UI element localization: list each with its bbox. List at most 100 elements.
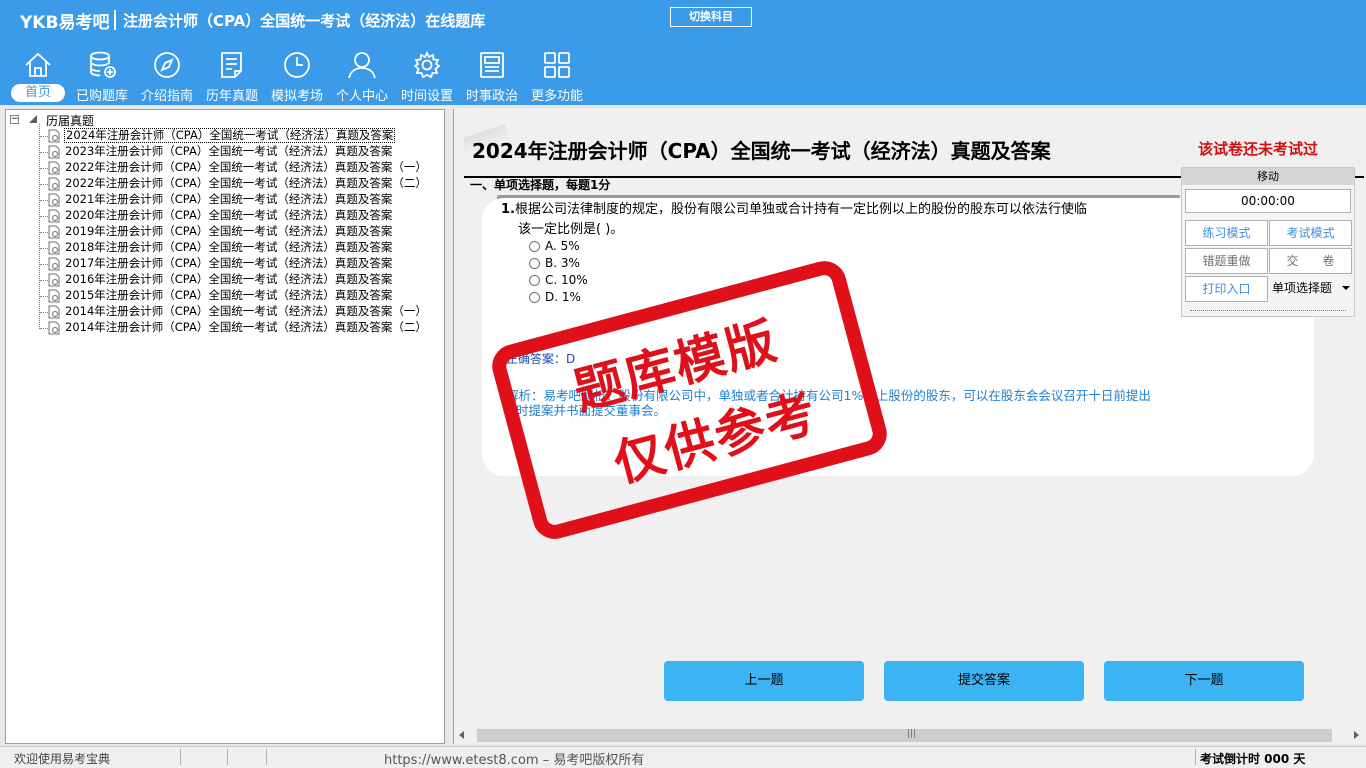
question-type-select[interactable]: 单项选择题 [1270,278,1354,298]
section-title: 一、单项选择题，每题1分 [470,178,611,192]
tree-item-label: 2024年注册会计师（CPA）全国统一考试（经济法）真题及答案 [64,128,396,143]
newspaper-icon [480,52,504,78]
tree-connector [40,184,48,185]
tree-collapse-toggle[interactable]: − [10,115,19,124]
exam-mode-button[interactable]: 考试模式 [1269,220,1352,246]
tool-panel-resize [1190,310,1346,311]
exam-file-icon [48,193,60,207]
nav-current-politics-label: 时事政治 [465,89,518,104]
move-handle[interactable]: 移动 [1182,168,1354,185]
tree-item-label: 2021年注册会计师（CPA）全国统一考试（经济法）真题及答案 [65,192,393,206]
tree-connector [40,328,48,329]
tree-item-label: 2014年注册会计师（CPA）全国统一考试（经济法）真题及答案（一） [65,304,427,318]
tree-connector [40,280,48,281]
database-icon [90,51,116,78]
exam-file-icon [48,257,60,271]
nav-purchased-bank[interactable]: 已购题库 [71,46,133,104]
grid-icon [544,52,570,78]
tree-folder-icon [29,115,37,123]
scroll-right-icon[interactable] [1354,731,1359,739]
app-logo: YKB易考吧 [20,13,110,33]
compass-icon [154,52,180,78]
scroll-left-icon[interactable] [459,731,464,739]
submit-paper-button[interactable]: 交 卷 [1269,248,1352,274]
status-divider [1195,749,1196,765]
exam-countdown: 考试倒计时 000 天 [1200,752,1306,766]
status-divider [180,749,181,765]
radio-icon[interactable] [529,241,540,252]
nav-purchased-bank-label: 已购题库 [75,89,128,104]
exam-file-icon [48,225,60,239]
app-header: YKB易考吧 注册会计师（CPA）全国统一考试（经济法）在线题库 切换科目 首页… [0,0,1366,105]
tree-connector [40,312,48,313]
nav-current-politics[interactable]: 时事政治 [461,46,523,104]
exam-file-icon [48,145,60,159]
tree-item-label: 2016年注册会计师（CPA）全国统一考试（经济法）真题及答案 [65,272,393,286]
floating-tool-panel: 移动 00:00:00 练习模式 考试模式 错题重做 交 卷 打印入口 单项选择… [1181,167,1355,317]
exam-file-icon [48,289,60,303]
submit-answer-button[interactable]: 提交答案 [884,661,1084,701]
paper-title: 2024年注册会计师（CPA）全国统一考试（经济法）真题及答案 [472,139,1051,163]
tree-item-label: 2020年注册会计师（CPA）全国统一考试（经济法）真题及答案 [65,208,393,222]
tree-connector [40,264,48,265]
exam-file-icon [48,241,60,255]
tree-item-label: 2022年注册会计师（CPA）全国统一考试（经济法）真题及答案（一） [65,160,427,174]
tree-connector [40,136,48,137]
exam-file-icon [48,273,60,287]
status-divider [227,749,228,765]
question-type-value: 单项选择题 [1272,281,1333,295]
radio-icon[interactable] [529,258,540,269]
tree-item-label: 2015年注册会计师（CPA）全国统一考试（经济法）真题及答案 [65,288,393,302]
nav-time-settings-label: 时间设置 [400,89,453,104]
nav-more[interactable]: 更多功能 [526,46,588,104]
nav-more-label: 更多功能 [530,89,583,104]
exam-tree-panel: − 历届真题 2024年注册会计师（CPA）全国统一考试（经济法）真题及答案 20… [5,109,445,744]
tree-item-label: 2019年注册会计师（CPA）全国统一考试（经济法）真题及答案 [65,224,393,238]
exam-timer: 00:00:00 [1185,189,1351,213]
radio-icon[interactable] [529,292,540,303]
title-bar: YKB易考吧 注册会计师（CPA）全国统一考试（经济法）在线题库 切换科目 [0,0,1366,38]
nav-guide[interactable]: 介绍指南 [136,46,198,104]
clock-icon [284,52,310,78]
tree-connector [40,216,48,217]
status-divider [266,749,267,765]
tree-connector [39,124,40,329]
tree-item-label: 2017年注册会计师（CPA）全国统一考试（经济法）真题及答案 [65,256,393,270]
radio-icon[interactable] [529,275,540,286]
option-d-label: D. 1% [545,290,581,304]
horizontal-scrollbar[interactable]: ||| [455,727,1363,744]
print-button[interactable]: 打印入口 [1185,276,1268,302]
prev-question-button[interactable]: 上一题 [664,661,864,701]
question-text-line1: 根据公司法律制度的规定，股份有限公司单独或合计持有一定比例以上的股份的股东可以依… [514,202,1087,217]
tree-item-label: 2014年注册会计师（CPA）全国统一考试（经济法）真题及答案（二） [65,320,427,334]
question-number: 1. [501,202,515,217]
tree-connector [40,232,48,233]
option-c-label: C. 10% [545,273,588,287]
practice-mode-button[interactable]: 练习模式 [1185,220,1268,246]
tree-connector [40,248,48,249]
nav-home-label: 首页 [11,84,65,102]
exam-status-text: 该试卷还未考试过 [1198,140,1319,158]
tree-item-label: 2018年注册会计师（CPA）全国统一考试（经济法）真题及答案 [65,240,393,254]
nav-mock-exam[interactable]: 模拟考场 [266,46,328,104]
option-a-label: A. 5% [545,239,580,253]
exam-file-icon [48,177,60,191]
exam-file-icon [48,129,60,143]
exam-file-icon [48,161,60,175]
next-question-button[interactable]: 下一题 [1104,661,1304,701]
gear-icon [413,50,441,79]
scroll-thumb[interactable] [477,729,1332,742]
main-nav: 首页 已购题库 介绍指南 历年真题 模拟考场 个人中心 时间设置 时事政治 更多… [0,46,600,104]
nav-time-settings[interactable]: 时间设置 [396,46,458,104]
nav-past-exams-label: 历年真题 [205,89,258,104]
nav-guide-label: 介绍指南 [140,89,193,104]
redo-wrong-button[interactable]: 错题重做 [1185,248,1268,274]
tree-item-label: 2023年注册会计师（CPA）全国统一考试（经济法）真题及答案 [65,144,393,158]
switch-subject-button[interactable]: 切换科目 [670,7,752,27]
nav-personal-center[interactable]: 个人中心 [331,46,393,104]
app-title: 注册会计师（CPA）全国统一考试（经济法）在线题库 [123,12,486,30]
nav-past-exams[interactable]: 历年真题 [201,46,263,104]
status-bar: 欢迎使用易考宝典 https://www.etest8.com – 易考吧版权所… [0,746,1366,768]
nav-home[interactable]: 首页 [7,46,69,104]
user-icon [348,52,376,79]
